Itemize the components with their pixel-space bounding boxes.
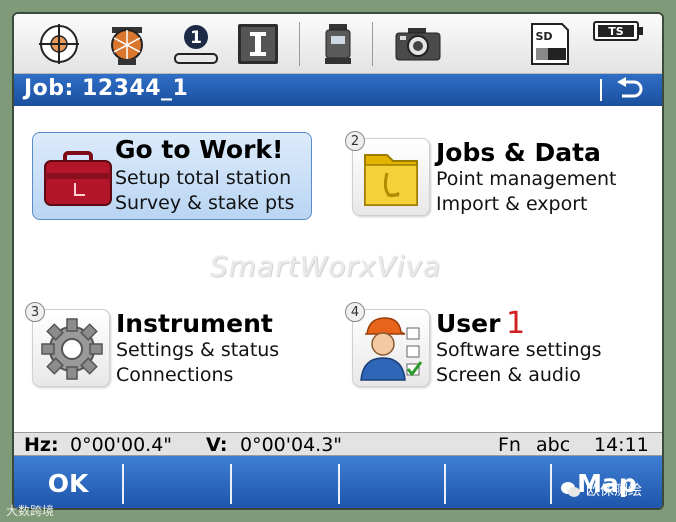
tile-line: Point management bbox=[436, 168, 617, 190]
softkey-empty-2[interactable] bbox=[124, 456, 230, 508]
clock: 14:11 bbox=[594, 434, 649, 456]
tile-line: Setup total station bbox=[115, 167, 292, 189]
page-title: Job: 12344_1 bbox=[24, 76, 189, 101]
title-separator bbox=[600, 79, 602, 101]
tile-line: Connections bbox=[116, 364, 234, 386]
gear-icon bbox=[32, 309, 110, 387]
softkey-empty-3[interactable] bbox=[232, 456, 338, 508]
tile-title: Go to Work! bbox=[115, 135, 284, 164]
red-annotation: 1 bbox=[506, 306, 526, 341]
v-label: V: bbox=[206, 434, 228, 456]
status-bar: Hz: 0°00'00.4" V: 0°00'04.3" Fn abc 14:1… bbox=[14, 432, 662, 456]
tile-number: 4 bbox=[345, 302, 365, 322]
hz-label: Hz: bbox=[24, 434, 59, 456]
folder-icon bbox=[352, 138, 430, 216]
toolbox-icon bbox=[39, 139, 117, 217]
tile-title: User bbox=[436, 309, 501, 338]
tile-line: Settings & status bbox=[116, 339, 280, 361]
instrument-icon[interactable] bbox=[318, 20, 358, 68]
source-watermark-right: 欧侏测绘 bbox=[560, 480, 642, 500]
tile-title: Instrument bbox=[116, 309, 273, 338]
device-screen: 1 SD TS Job: 12344_1 SmartWorxViva Go to… bbox=[12, 12, 664, 510]
fn-indicator[interactable]: Fn bbox=[498, 434, 521, 456]
ok-label: OK bbox=[47, 469, 89, 498]
text-cursor-icon[interactable] bbox=[236, 20, 280, 68]
ts-label: TS bbox=[608, 25, 624, 38]
ts-battery-icon[interactable]: TS bbox=[590, 16, 646, 46]
tile-line: Screen & audio bbox=[436, 364, 581, 386]
input-mode[interactable]: abc bbox=[536, 434, 570, 456]
source-watermark-right-text: 欧侏测绘 bbox=[586, 483, 642, 499]
back-icon[interactable] bbox=[614, 77, 644, 103]
tile-number: 2 bbox=[345, 131, 365, 151]
wechat-icon bbox=[561, 482, 580, 497]
tile-instrument[interactable]: 3 Instrument Settings & status Connectio… bbox=[25, 302, 332, 393]
sd-label: SD bbox=[535, 30, 552, 43]
main-menu: SmartWorxViva Go to Work! Setup total st… bbox=[14, 106, 662, 434]
tile-go-to-work[interactable]: Go to Work! Setup total station Survey &… bbox=[32, 132, 312, 220]
toolbar-separator bbox=[372, 22, 373, 66]
softkey-empty-4[interactable] bbox=[340, 456, 444, 508]
hz-value: 0°00'00.4" bbox=[70, 434, 173, 456]
user-settings-icon bbox=[352, 309, 430, 387]
prism-icon[interactable] bbox=[100, 20, 154, 68]
one-face-icon[interactable]: 1 bbox=[168, 20, 224, 68]
camera-icon[interactable] bbox=[392, 20, 444, 68]
v-value: 0°00'04.3" bbox=[240, 434, 343, 456]
sd-card-icon[interactable]: SD bbox=[526, 20, 574, 68]
tile-user[interactable]: 4 User Software settings Screen & audio bbox=[345, 302, 652, 393]
toolbar: 1 SD TS bbox=[14, 14, 662, 74]
toolbar-separator bbox=[299, 22, 300, 66]
one-face-label: 1 bbox=[190, 28, 202, 48]
crosshair-target-icon[interactable] bbox=[34, 20, 84, 68]
tile-line: Survey & stake pts bbox=[115, 192, 295, 214]
softkey-empty-5[interactable] bbox=[446, 456, 550, 508]
tile-jobs-data[interactable]: 2 Jobs & Data Point management Import & … bbox=[345, 131, 652, 222]
title-bar: Job: 12344_1 bbox=[14, 74, 662, 106]
smartworx-watermark: SmartWorxViva bbox=[210, 250, 442, 283]
tile-line: Import & export bbox=[436, 193, 588, 215]
tile-title: Jobs & Data bbox=[436, 138, 601, 167]
source-watermark-left: 大数跨境 bbox=[6, 504, 55, 518]
tile-line: Software settings bbox=[436, 339, 602, 361]
tile-number: 3 bbox=[25, 302, 45, 322]
